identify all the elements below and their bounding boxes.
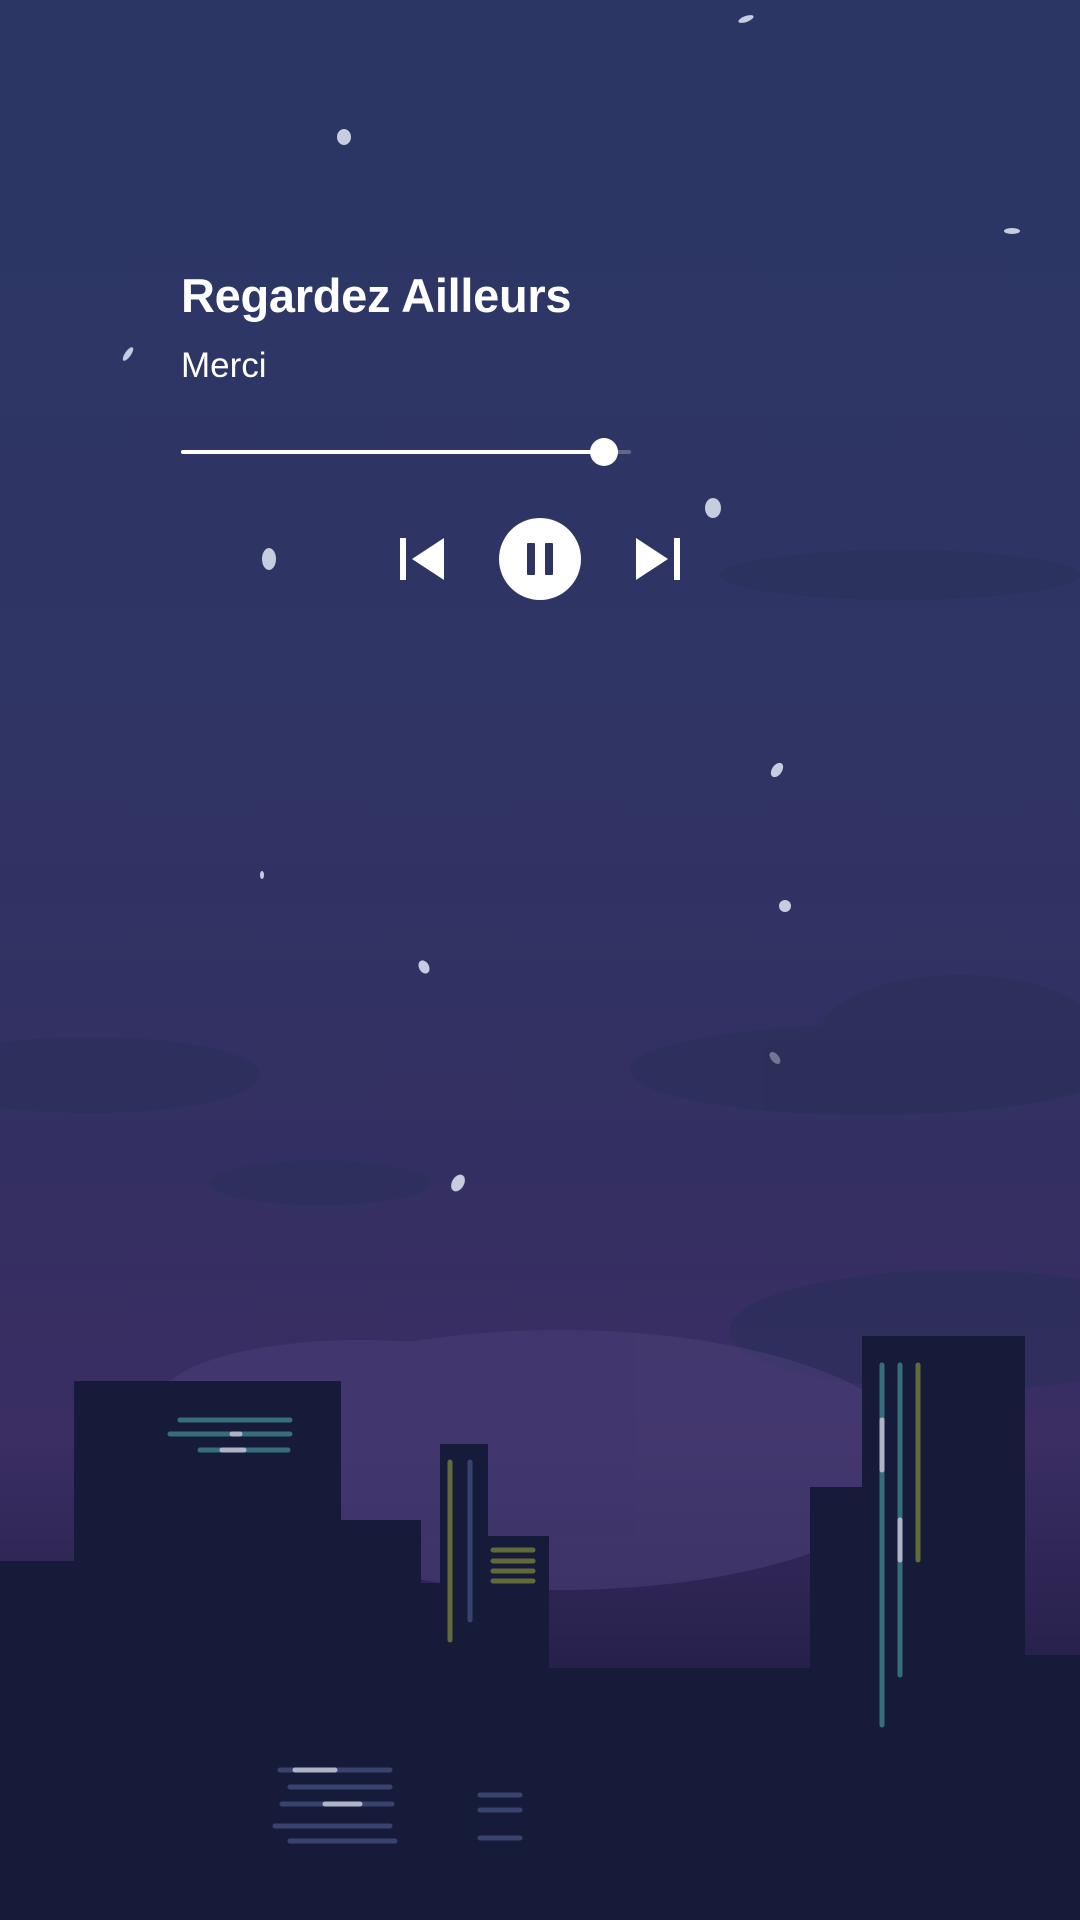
track-artist: Merci [181,346,267,385]
skip-next-icon [636,538,680,580]
progress-slider[interactable] [181,438,631,466]
pause-button[interactable] [499,518,581,600]
skip-previous-icon [400,538,444,580]
previous-button[interactable] [400,538,444,580]
track-title: Regardez Ailleurs [181,269,572,322]
progress-fill [181,450,604,454]
progress-thumb[interactable] [590,438,618,466]
playback-controls [0,518,1080,600]
clouds [0,550,1080,1390]
next-button[interactable] [636,538,680,580]
